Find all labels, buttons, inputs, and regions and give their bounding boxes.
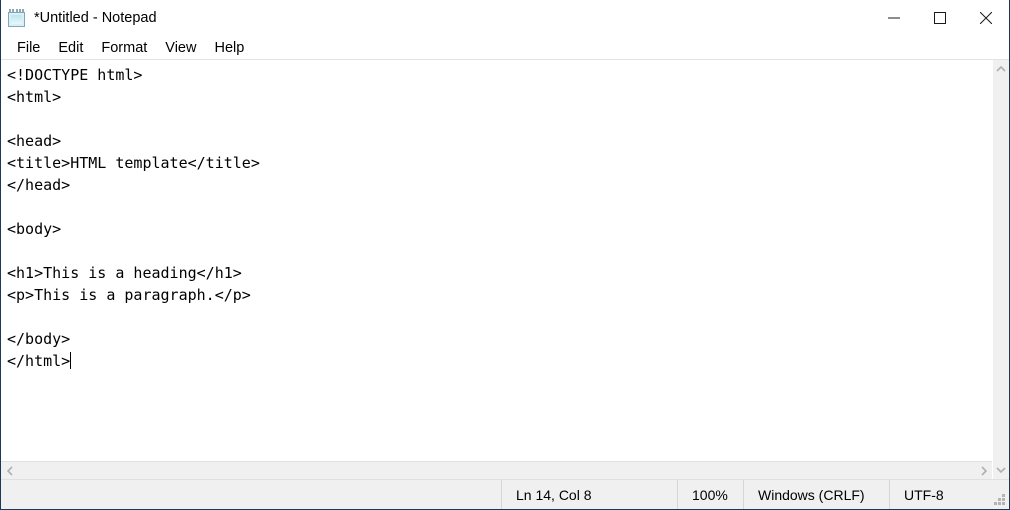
menu-item-format[interactable]: Format xyxy=(92,37,156,59)
menu-item-file[interactable]: File xyxy=(8,37,49,59)
status-line-ending: Windows (CRLF) xyxy=(743,480,889,509)
status-zoom-level[interactable]: 100% xyxy=(677,480,743,509)
notepad-window: *Untitled - Notepad File Edit Format Vie… xyxy=(0,0,1010,510)
window-title: *Untitled - Notepad xyxy=(34,10,157,26)
text-line xyxy=(7,108,992,130)
close-icon xyxy=(980,12,992,24)
menu-item-edit[interactable]: Edit xyxy=(49,37,92,59)
notepad-icon xyxy=(8,9,26,27)
status-spacer xyxy=(1,480,501,509)
menu-item-view[interactable]: View xyxy=(156,37,205,59)
minimize-button[interactable] xyxy=(871,0,917,36)
chevron-left-icon xyxy=(6,465,13,476)
status-bar: Ln 14, Col 8 100% Windows (CRLF) UTF-8 xyxy=(1,479,1009,509)
text-line: <h1>This is a heading</h1> xyxy=(7,264,242,282)
editor-area: <!DOCTYPE html> <html> <head> <title>HTM… xyxy=(1,60,1009,479)
editor-column: <!DOCTYPE html> <html> <head> <title>HTM… xyxy=(1,60,992,479)
scroll-right-button[interactable] xyxy=(975,462,992,480)
chevron-up-icon xyxy=(996,65,1006,72)
text-line: <head> xyxy=(7,132,62,150)
text-line: <!DOCTYPE html> xyxy=(7,66,143,84)
text-line: <p>This is a paragraph.</p> xyxy=(7,286,251,304)
scroll-up-button[interactable] xyxy=(993,60,1010,78)
chevron-down-icon xyxy=(996,467,1006,474)
maximize-button[interactable] xyxy=(917,0,963,36)
text-editor[interactable]: <!DOCTYPE html> <html> <head> <title>HTM… xyxy=(1,60,992,461)
menu-item-help[interactable]: Help xyxy=(205,37,253,59)
text-line: <body> xyxy=(7,220,62,238)
text-line: <html> xyxy=(7,88,62,106)
title-bar[interactable]: *Untitled - Notepad xyxy=(1,0,1009,36)
scroll-down-button[interactable] xyxy=(993,461,1010,479)
text-caret xyxy=(70,352,72,369)
text-line: </body> xyxy=(7,330,71,348)
status-cursor-position: Ln 14, Col 8 xyxy=(501,480,677,509)
text-line xyxy=(7,240,992,262)
maximize-icon xyxy=(934,12,946,24)
text-line: </head> xyxy=(7,176,71,194)
window-controls xyxy=(871,0,1009,36)
resize-grip-icon[interactable] xyxy=(994,494,1005,505)
scroll-left-button[interactable] xyxy=(1,462,18,480)
text-line xyxy=(7,306,992,328)
chevron-right-icon xyxy=(980,465,987,476)
minimize-icon xyxy=(888,17,900,19)
text-line-content: </html> xyxy=(7,352,71,370)
text-line xyxy=(7,196,992,218)
text-line-with-caret: </html> xyxy=(7,350,992,372)
status-encoding: UTF-8 xyxy=(889,480,1009,509)
menu-bar: File Edit Format View Help xyxy=(1,36,1009,60)
text-line: <title>HTML template</title> xyxy=(7,154,260,172)
close-button[interactable] xyxy=(963,0,1009,36)
vertical-scrollbar[interactable] xyxy=(992,60,1009,479)
horizontal-scrollbar[interactable] xyxy=(1,461,992,479)
